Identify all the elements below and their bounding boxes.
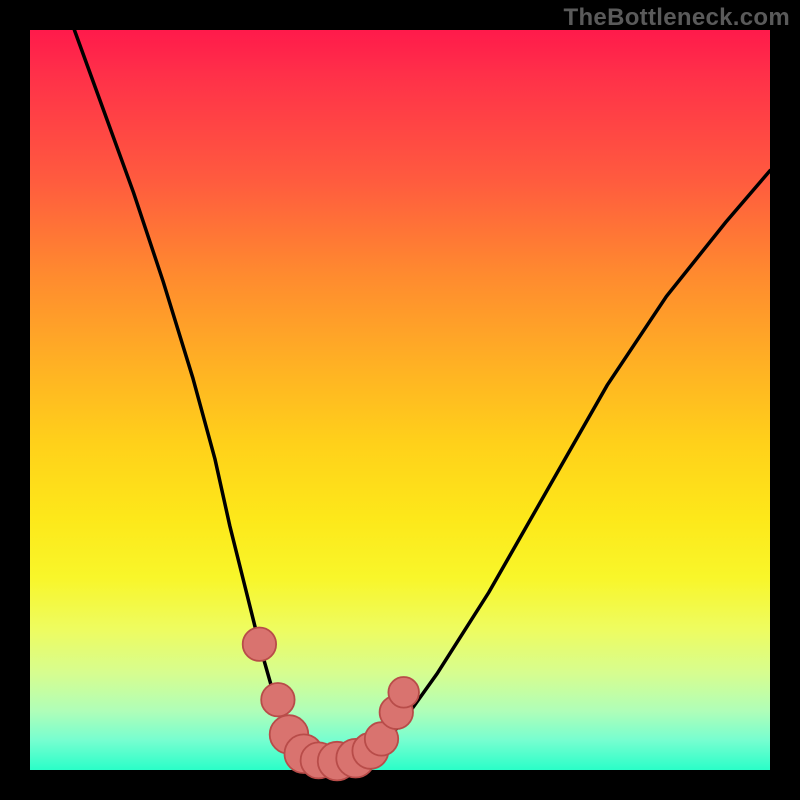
data-marker [243, 628, 276, 661]
watermark-text: TheBottleneck.com [564, 4, 790, 32]
outer-frame: TheBottleneck.com [0, 0, 800, 800]
data-marker [388, 677, 419, 708]
data-marker [261, 683, 294, 716]
marker-group [243, 628, 419, 781]
bottleneck-curve [74, 30, 770, 761]
plot-area [30, 30, 770, 770]
chart-svg [30, 30, 770, 770]
